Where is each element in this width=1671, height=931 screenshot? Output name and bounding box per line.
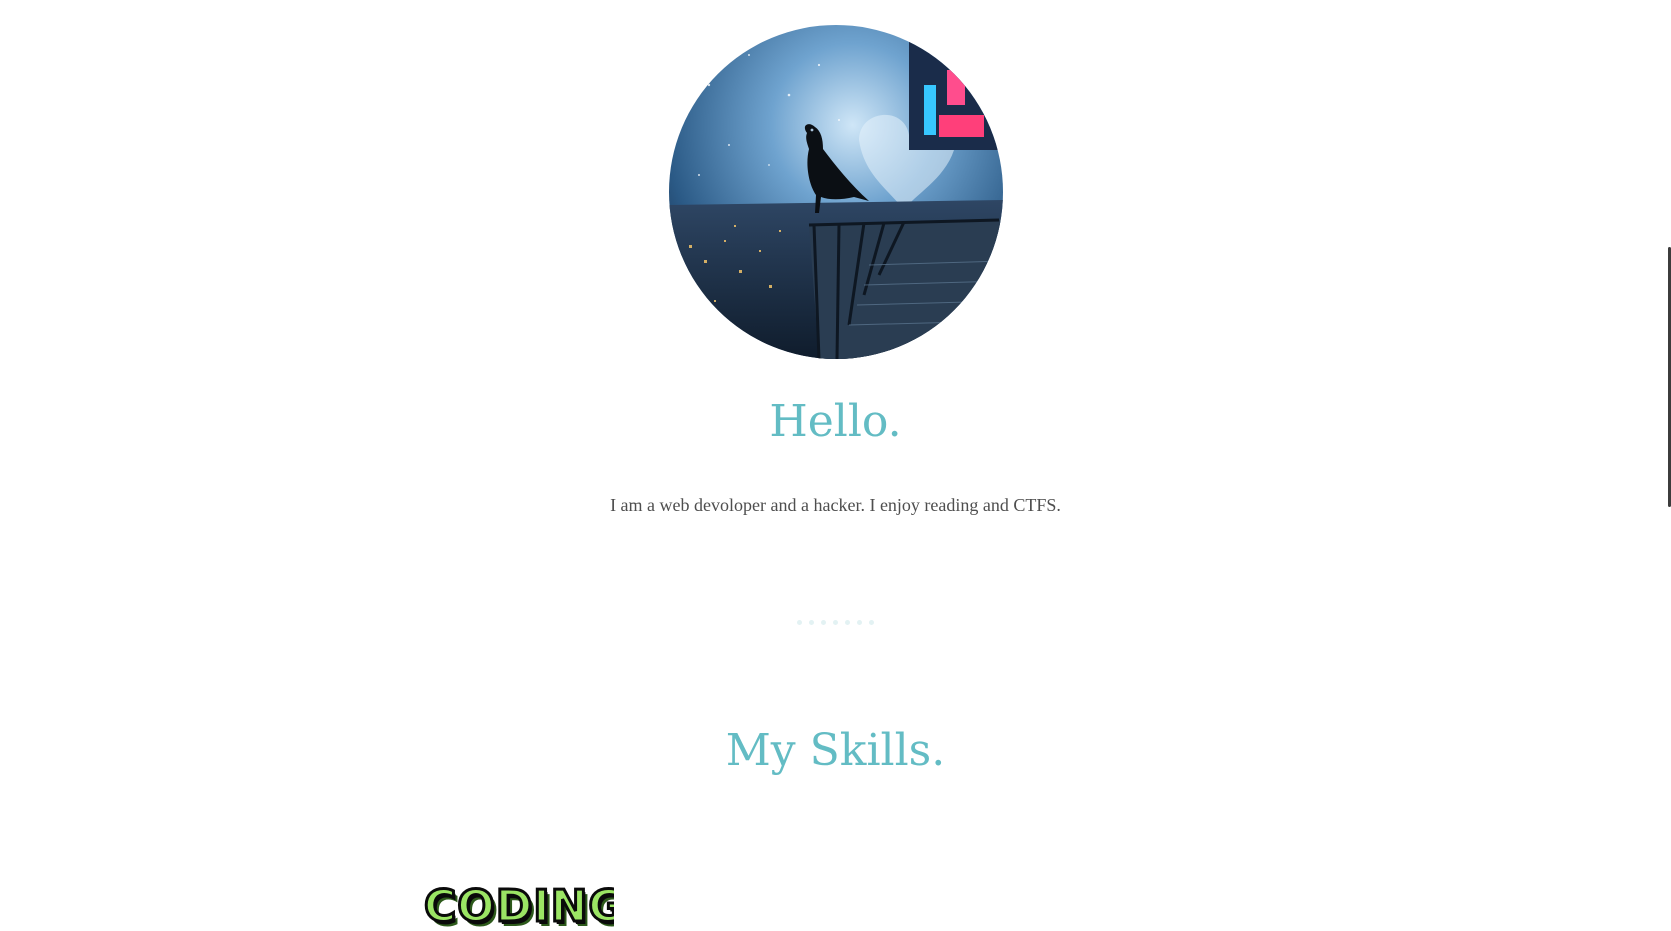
divider-dot — [857, 620, 862, 625]
divider-dot — [809, 620, 814, 625]
divider-dot — [869, 620, 874, 625]
divider-dot — [821, 620, 826, 625]
skills-heading: My Skills. — [725, 725, 946, 776]
section-divider — [0, 620, 1671, 625]
skill-label-coding: CODING — [424, 883, 614, 931]
skill-item-coding: CODING — [424, 883, 614, 931]
intro-text: I am a web devoloper and a hacker. I enj… — [610, 495, 1061, 515]
divider-dot — [845, 620, 850, 625]
profile-avatar — [669, 25, 1003, 359]
page: Hello. I am a web devoloper and a hacker… — [0, 0, 1671, 931]
hello-heading: Hello. — [769, 396, 902, 447]
raven-photo-icon — [669, 25, 1003, 359]
divider-dot — [797, 620, 802, 625]
divider-dot — [833, 620, 838, 625]
